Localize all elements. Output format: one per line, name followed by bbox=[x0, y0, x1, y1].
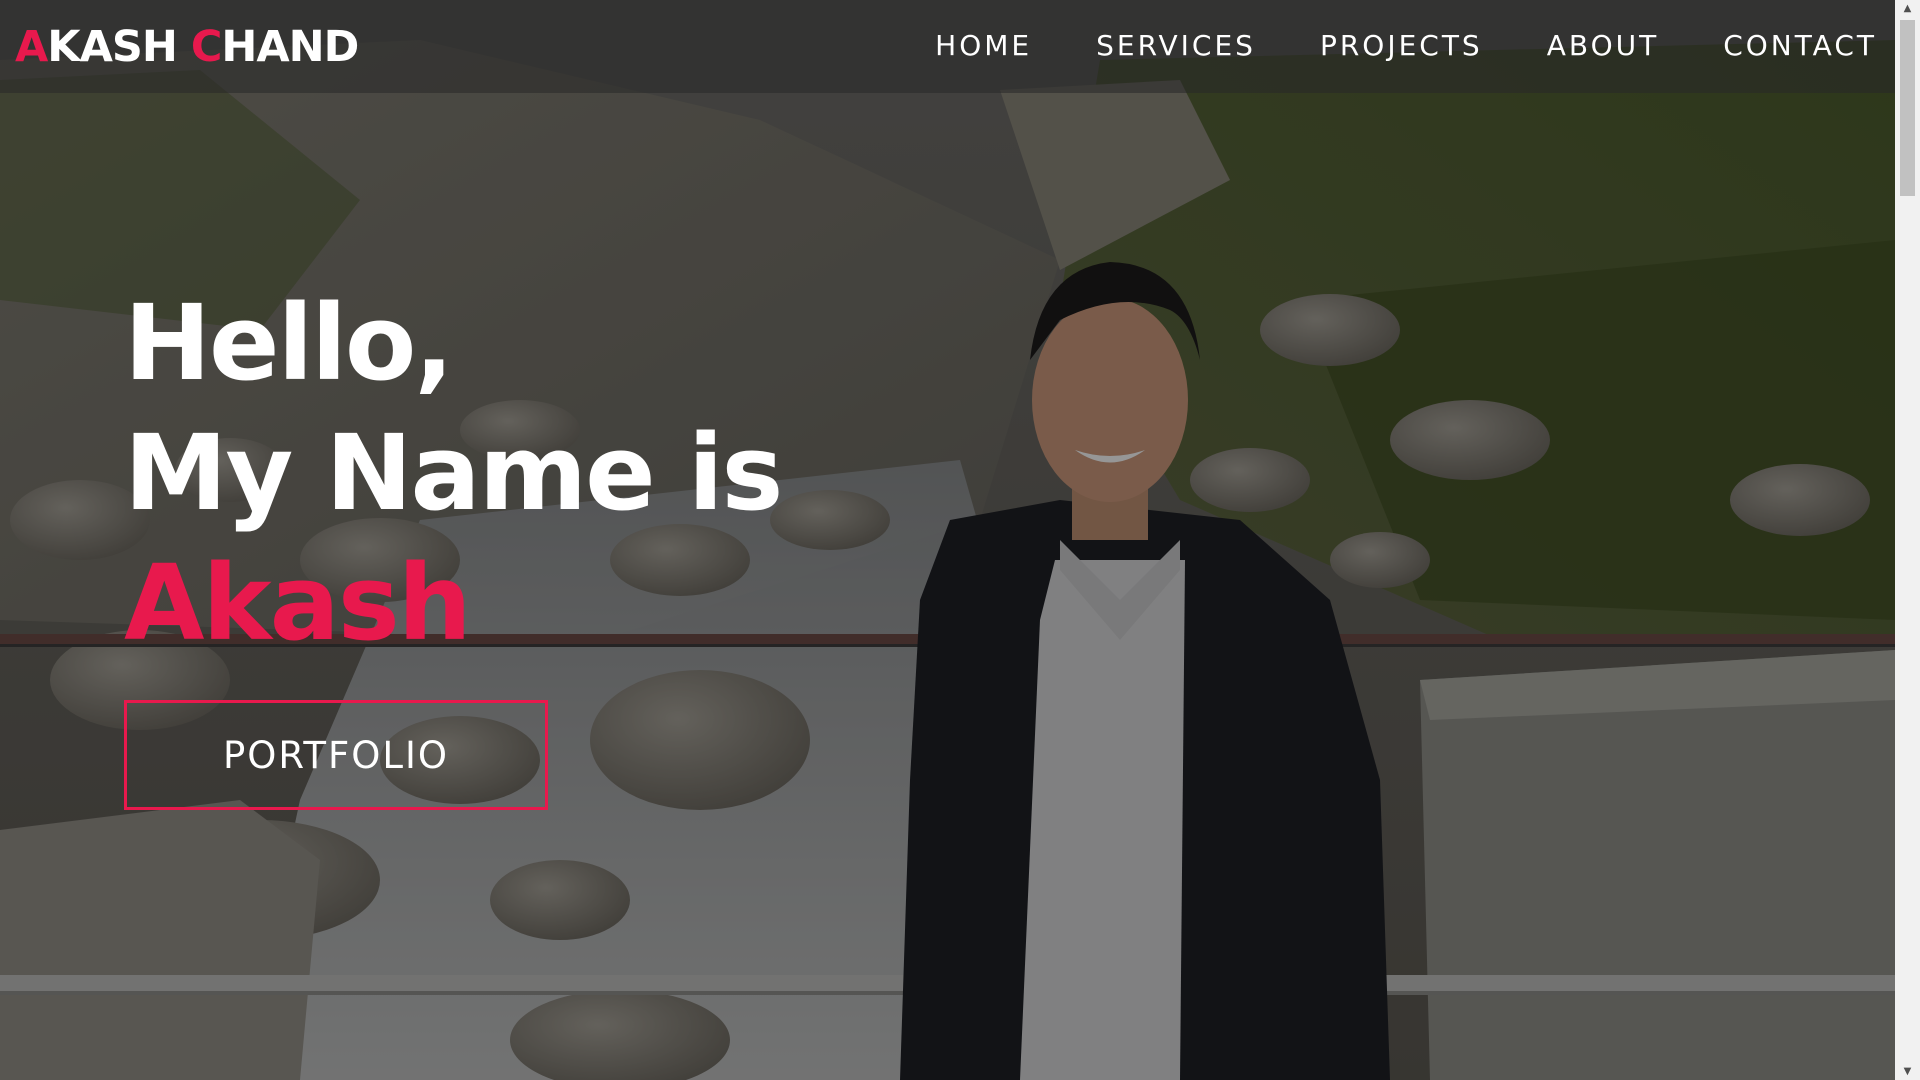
scroll-up-arrow-icon[interactable]: ▲ bbox=[1895, 0, 1920, 17]
page-scrollbar[interactable]: ▲ ▼ bbox=[1895, 0, 1920, 1080]
scroll-down-arrow-icon[interactable]: ▼ bbox=[1895, 1063, 1920, 1080]
hero-intro: My Name is bbox=[124, 412, 783, 534]
site-logo[interactable]: AKASH CHAND bbox=[15, 22, 359, 72]
navbar: AKASH CHAND HOME SERVICES PROJECTS ABOUT… bbox=[0, 0, 1895, 93]
hero-greeting: Hello, bbox=[124, 282, 454, 404]
main-nav: HOME SERVICES PROJECTS ABOUT CONTACT bbox=[871, 28, 1877, 64]
nav-link-home[interactable]: HOME bbox=[935, 28, 1032, 64]
nav-link-about[interactable]: ABOUT bbox=[1547, 28, 1660, 64]
nav-link-services[interactable]: SERVICES bbox=[1096, 28, 1256, 64]
hero-name: Akash bbox=[124, 542, 472, 664]
logo-last-initial: C bbox=[190, 22, 223, 72]
scrollbar-thumb[interactable] bbox=[1900, 20, 1915, 196]
nav-link-contact[interactable]: CONTACT bbox=[1723, 28, 1877, 64]
portfolio-button-label: PORTFOLIO bbox=[222, 733, 450, 777]
logo-first-rest: KASH bbox=[47, 22, 191, 72]
hero-heading: Hello, My Name is Akash bbox=[124, 278, 824, 668]
nav-link-projects[interactable]: PROJECTS bbox=[1320, 28, 1483, 64]
logo-first-initial: A bbox=[15, 22, 48, 72]
logo-last-rest: HAND bbox=[221, 22, 359, 72]
portfolio-button[interactable]: PORTFOLIO bbox=[124, 700, 548, 810]
